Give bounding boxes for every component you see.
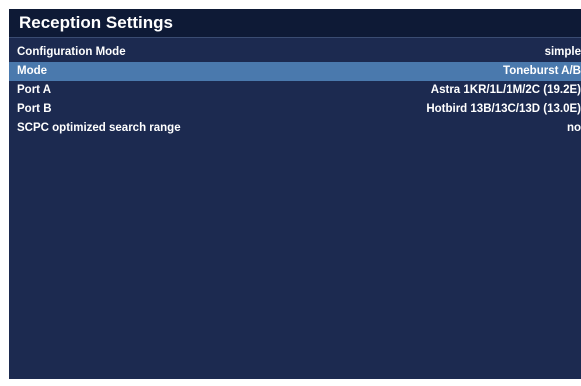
screen: Reception Settings Configuration Mode si… [0,0,581,386]
settings-list: Configuration Mode simple Mode Toneburst… [9,43,581,379]
setting-value[interactable]: Astra 1KR/1L/1M/2C (19.2E) [431,81,581,100]
setting-row-mode[interactable]: Mode Toneburst A/B [9,62,581,81]
reception-settings-window: Reception Settings Configuration Mode si… [9,9,581,379]
setting-label: SCPC optimized search range [17,122,181,134]
setting-label: Mode [17,65,48,77]
setting-value[interactable]: no [567,119,581,138]
setting-row-port-a[interactable]: Port A Astra 1KR/1L/1M/2C (19.2E) [9,81,581,100]
setting-value[interactable]: Toneburst A/B [503,62,581,81]
setting-row-port-b[interactable]: Port B Hotbird 13B/13C/13D (13.0E) [9,100,581,119]
setting-row-scpc-optimized-search-range[interactable]: SCPC optimized search range no [9,119,581,138]
setting-row-configuration-mode[interactable]: Configuration Mode simple [9,43,581,62]
setting-value[interactable]: simple [545,43,581,62]
setting-label: Configuration Mode [17,46,126,58]
window-title: Reception Settings [19,13,173,32]
setting-value[interactable]: Hotbird 13B/13C/13D (13.0E) [426,100,581,119]
setting-label: Port B [17,103,52,115]
setting-label: Port A [17,84,52,96]
title-bar: Reception Settings [9,9,581,38]
